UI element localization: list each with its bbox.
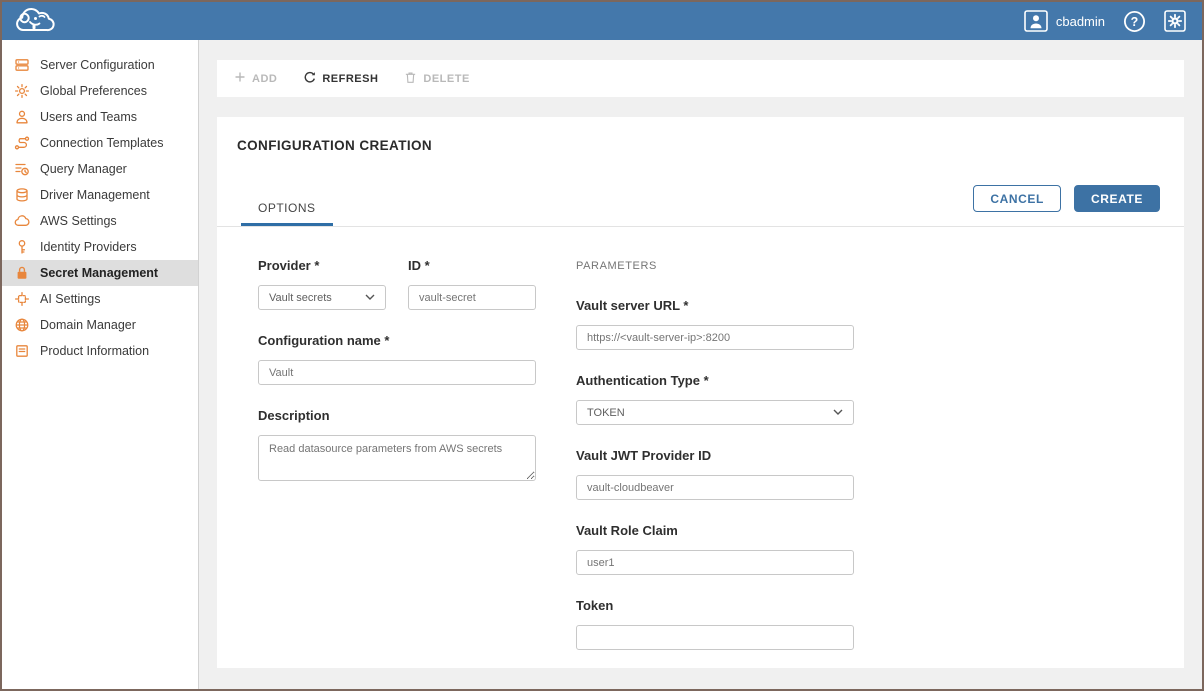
refresh-icon — [303, 71, 316, 87]
connection-icon — [14, 135, 30, 151]
cancel-button[interactable]: CANCEL — [973, 185, 1061, 212]
sidebar-item-connection-templates[interactable]: Connection Templates — [2, 130, 198, 156]
globe-icon — [14, 317, 30, 333]
add-button[interactable]: ADD — [234, 71, 277, 86]
sidebar-item-label: Connection Templates — [40, 136, 163, 150]
svg-text:?: ? — [1131, 15, 1139, 29]
user-icon — [14, 109, 30, 125]
gear-icon — [14, 83, 30, 99]
token-input[interactable] — [576, 625, 854, 650]
username-label: cbadmin — [1056, 14, 1105, 29]
admin-sidebar: Server Configuration Global Preferences — [2, 40, 199, 689]
app-window: cbadmin ? — [0, 0, 1204, 691]
sidebar-item-label: Domain Manager — [40, 318, 136, 332]
create-button[interactable]: CREATE — [1074, 185, 1160, 212]
provider-select[interactable]: Vault secrets — [258, 285, 386, 310]
document-icon — [14, 343, 30, 359]
user-menu[interactable]: cbadmin — [1024, 10, 1105, 32]
sidebar-item-secret-management[interactable]: Secret Management — [2, 260, 198, 286]
sidebar-item-label: Global Preferences — [40, 84, 147, 98]
parameters-heading: PARAMETERS — [576, 260, 854, 272]
chevron-down-icon — [365, 292, 375, 304]
cloudbeaver-logo[interactable] — [12, 6, 58, 36]
description-label: Description — [258, 408, 536, 423]
sidebar-item-query-manager[interactable]: Query Manager — [2, 156, 198, 182]
form-left-column: Provider * Vault secrets — [258, 258, 536, 668]
sidebar-item-users-and-teams[interactable]: Users and Teams — [2, 104, 198, 130]
configuration-form: Provider * Vault secrets — [217, 227, 1184, 668]
token-label: Token — [576, 598, 854, 613]
page-title: CONFIGURATION CREATION — [237, 138, 1164, 153]
lock-icon — [14, 265, 30, 281]
chip-icon — [14, 291, 30, 307]
vault-role-claim-label: Vault Role Claim — [576, 523, 854, 538]
database-icon — [14, 187, 30, 203]
sidebar-item-aws-settings[interactable]: AWS Settings — [2, 208, 198, 234]
id-label: ID * — [408, 258, 536, 273]
provider-label: Provider * — [258, 258, 386, 273]
description-textarea[interactable]: Read datasource parameters from AWS secr… — [258, 435, 536, 481]
configuration-creation-panel: CONFIGURATION CREATION CANCEL CREATE OPT… — [217, 117, 1184, 668]
sidebar-item-label: Query Manager — [40, 162, 127, 176]
sidebar-item-label: Secret Management — [40, 266, 158, 280]
configuration-name-input[interactable] — [258, 360, 536, 385]
chevron-down-icon — [833, 407, 843, 419]
sidebar-item-ai-settings[interactable]: AI Settings — [2, 286, 198, 312]
form-right-column: PARAMETERS Vault server URL * Authentica… — [576, 258, 854, 668]
configuration-name-label: Configuration name * — [258, 333, 536, 348]
plus-icon — [234, 71, 246, 86]
sidebar-item-global-preferences[interactable]: Global Preferences — [2, 78, 198, 104]
user-avatar-icon — [1024, 10, 1048, 32]
sidebar-item-server-configuration[interactable]: Server Configuration — [2, 52, 198, 78]
sidebar-item-label: AWS Settings — [40, 214, 117, 228]
query-history-icon — [14, 161, 30, 177]
vault-jwt-provider-id-input[interactable] — [576, 475, 854, 500]
sidebar-item-domain-manager[interactable]: Domain Manager — [2, 312, 198, 338]
tab-options[interactable]: OPTIONS — [241, 195, 333, 226]
sidebar-item-identity-providers[interactable]: Identity Providers — [2, 234, 198, 260]
sidebar-item-product-information[interactable]: Product Information — [2, 338, 198, 364]
refresh-button[interactable]: REFRESH — [303, 71, 378, 87]
vault-jwt-provider-id-label: Vault JWT Provider ID — [576, 448, 854, 463]
vault-server-url-input[interactable] — [576, 325, 854, 350]
actions-toolbar: ADD REFRESH DELETE — [217, 60, 1184, 97]
main-area: ADD REFRESH DELETE — [199, 40, 1202, 689]
help-icon[interactable]: ? — [1123, 10, 1146, 33]
sidebar-item-label: Server Configuration — [40, 58, 155, 72]
sidebar-item-label: Driver Management — [40, 188, 150, 202]
sidebar-item-label: Identity Providers — [40, 240, 137, 254]
settings-icon[interactable] — [1164, 10, 1186, 32]
authentication-type-label: Authentication Type * — [576, 373, 854, 388]
key-icon — [14, 239, 30, 255]
vault-role-claim-input[interactable] — [576, 550, 854, 575]
cloud-icon — [14, 213, 30, 229]
id-input[interactable] — [408, 285, 536, 310]
delete-button[interactable]: DELETE — [404, 71, 469, 87]
trash-icon — [404, 71, 417, 87]
server-icon — [14, 57, 30, 73]
topbar: cbadmin ? — [2, 2, 1202, 40]
sidebar-item-driver-management[interactable]: Driver Management — [2, 182, 198, 208]
sidebar-item-label: Product Information — [40, 344, 149, 358]
sidebar-item-label: Users and Teams — [40, 110, 137, 124]
sidebar-item-label: AI Settings — [40, 292, 100, 306]
vault-server-url-label: Vault server URL * — [576, 298, 854, 313]
authentication-type-select[interactable]: TOKEN — [576, 400, 854, 425]
